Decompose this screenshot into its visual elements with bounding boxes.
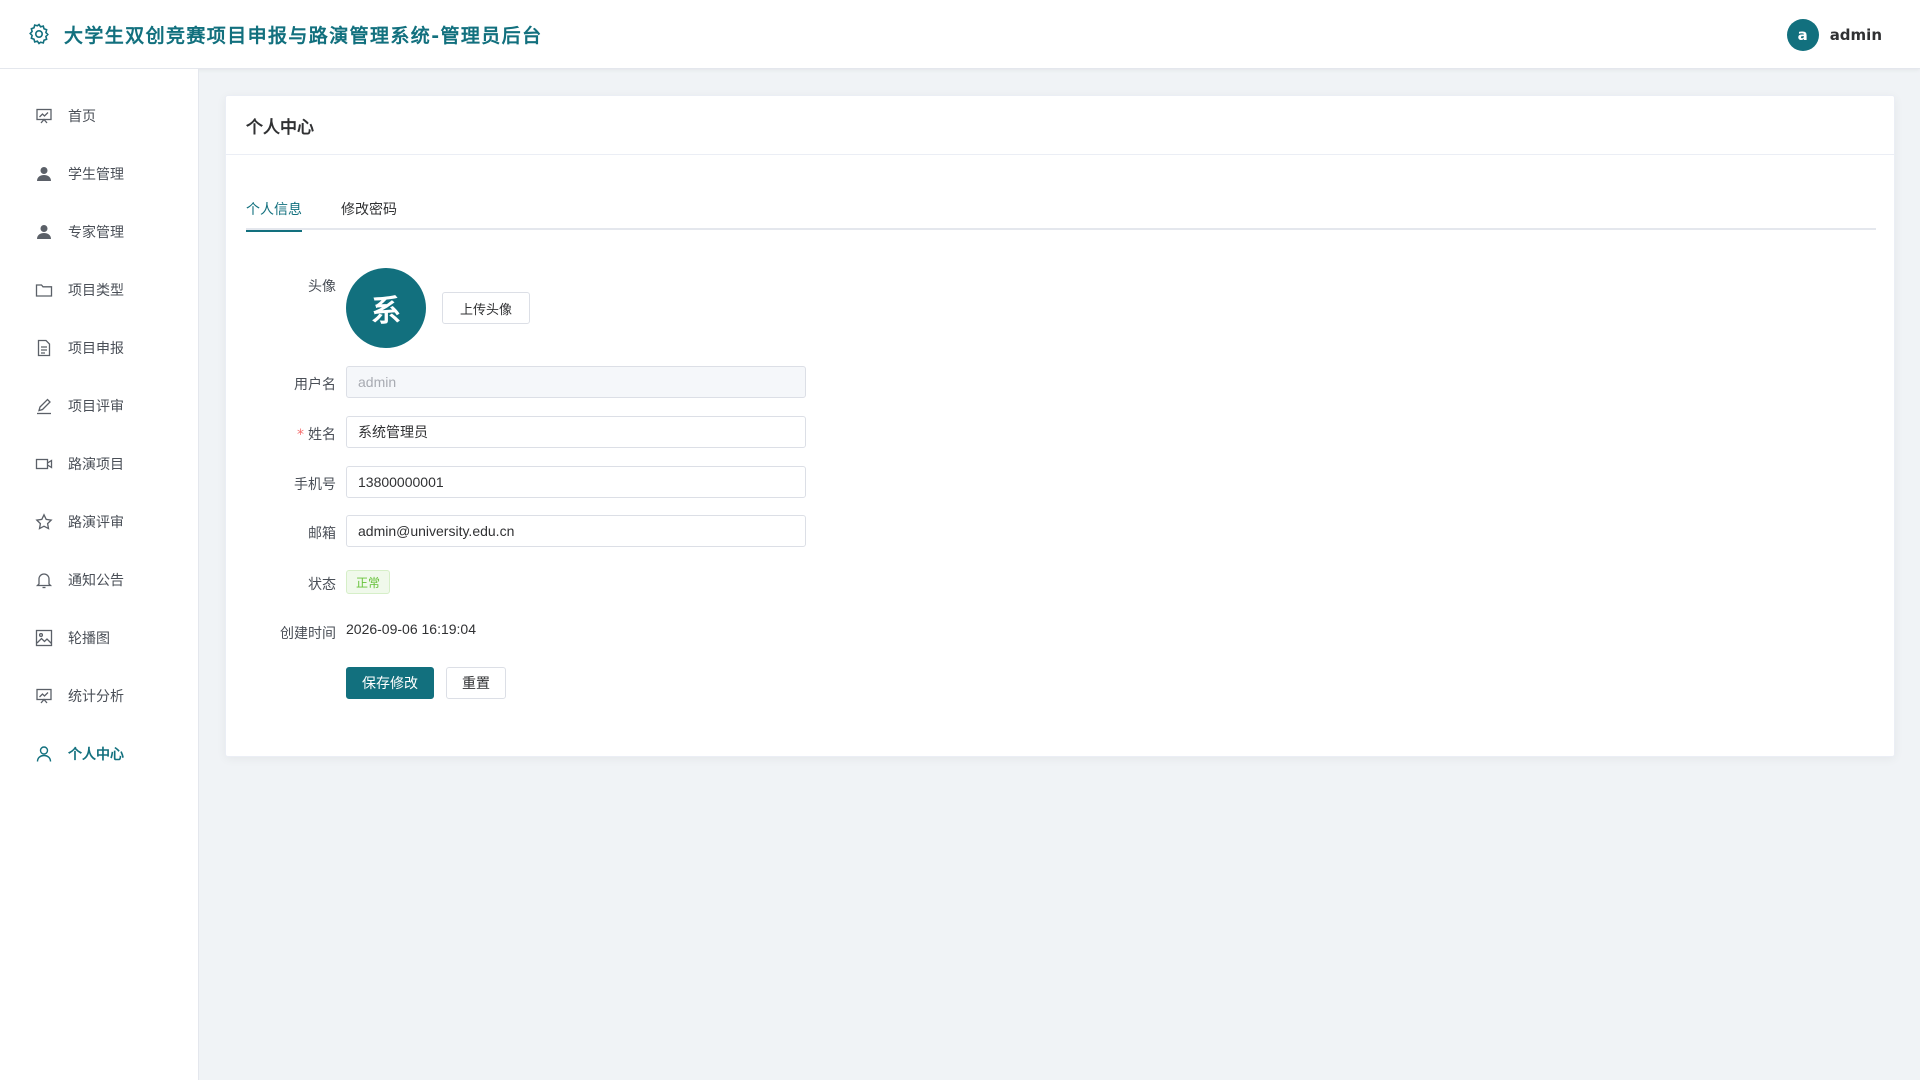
tab-bar: 个人信息 修改密码 xyxy=(246,193,1876,232)
sidebar-item-notices[interactable]: 通知公告 xyxy=(0,551,198,609)
user-filled-icon xyxy=(34,164,54,184)
sidebar-item-label: 项目申报 xyxy=(68,341,124,357)
sidebar-item-roadshow-projects[interactable]: 路演项目 xyxy=(0,435,198,493)
sidebar-item-experts[interactable]: 专家管理 xyxy=(0,203,198,261)
chart-board-icon xyxy=(34,106,54,126)
sidebar-item-label: 轮播图 xyxy=(68,631,110,647)
sidebar-item-project-apply[interactable]: 项目申报 xyxy=(0,319,198,377)
page-title: 个人中心 xyxy=(246,117,314,138)
avatar[interactable]: a xyxy=(1786,18,1819,51)
document-icon xyxy=(34,338,54,358)
folder-icon xyxy=(34,280,54,300)
profile-card: 个人中心 个人信息 修改密码 头像 系 上传头像 用户名 *姓名 手机号 邮箱 … xyxy=(225,95,1895,757)
sidebar-item-carousel[interactable]: 轮播图 xyxy=(0,609,198,667)
name-label: * 姓名 xyxy=(226,424,336,444)
tab-personal-info[interactable]: 个人信息 xyxy=(246,193,302,232)
user-outline-icon xyxy=(34,744,54,764)
bell-icon xyxy=(34,570,54,590)
sidebar-item-home[interactable]: 首页 xyxy=(0,87,198,145)
sidebar-item-label: 通知公告 xyxy=(68,573,124,589)
upload-avatar-button[interactable]: 上传头像 xyxy=(442,292,530,324)
sidebar-item-label: 项目类型 xyxy=(68,283,124,299)
user-menu[interactable]: a admin xyxy=(1786,0,1882,69)
created-time-value: 2026-09-06 16:19:04 xyxy=(346,621,476,637)
sidebar-item-label: 路演项目 xyxy=(68,457,124,473)
sidebar-item-project-review[interactable]: 项目评审 xyxy=(0,377,198,435)
sidebar-item-students[interactable]: 学生管理 xyxy=(0,145,198,203)
phone-field[interactable] xyxy=(346,466,806,498)
sidebar-item-label: 专家管理 xyxy=(68,225,124,241)
username-label[interactable]: admin xyxy=(1830,26,1882,44)
sidebar-item-label: 项目评审 xyxy=(68,399,124,415)
sidebar-item-label: 首页 xyxy=(68,109,96,125)
star-icon xyxy=(34,512,54,532)
required-mark: * xyxy=(297,427,304,443)
avatar: 系 xyxy=(346,268,426,348)
sidebar-item-profile[interactable]: 个人中心 xyxy=(0,725,198,783)
sidebar-item-roadshow-review[interactable]: 路演评审 xyxy=(0,493,198,551)
email-field[interactable] xyxy=(346,515,806,547)
status-badge: 正常 xyxy=(346,570,391,594)
sidebar-item-label: 路演评审 xyxy=(68,515,124,531)
gear-icon xyxy=(26,21,52,47)
chart-board-icon xyxy=(34,686,54,706)
save-button[interactable]: 保存修改 xyxy=(346,667,434,699)
tab-change-password[interactable]: 修改密码 xyxy=(341,193,397,230)
reset-button[interactable]: 重置 xyxy=(446,667,506,699)
sidebar-item-label: 统计分析 xyxy=(68,689,124,705)
app-title: 大学生双创竞赛项目申报与路演管理系统-管理员后台 xyxy=(64,24,543,47)
sidebar-item-statistics[interactable]: 统计分析 xyxy=(0,667,198,725)
edit-pen-icon xyxy=(34,396,54,416)
video-camera-icon xyxy=(34,454,54,474)
sidebar-item-label: 学生管理 xyxy=(68,167,124,183)
sidebar-item-label: 个人中心 xyxy=(68,747,124,763)
card-header: 个人中心 xyxy=(226,96,1894,155)
name-field[interactable] xyxy=(346,416,806,448)
picture-icon xyxy=(34,628,54,648)
avatar-label: 头像 xyxy=(308,279,336,295)
email-label: 邮箱 xyxy=(308,526,336,542)
status-label: 状态 xyxy=(308,577,336,593)
name-label-text: 姓名 xyxy=(308,427,336,443)
sidebar-item-project-types[interactable]: 项目类型 xyxy=(0,261,198,319)
sidebar: 首页 学生管理 专家管理 项目类型 项目申报 项目评审 路演项目 路演评审 通知… xyxy=(0,69,199,1080)
username-field xyxy=(346,366,806,398)
created-time-label: 创建时间 xyxy=(280,626,336,642)
phone-label: 手机号 xyxy=(294,477,336,493)
top-header: 大学生双创竞赛项目申报与路演管理系统-管理员后台 a admin xyxy=(0,0,1920,69)
username-label: 用户名 xyxy=(294,377,336,393)
user-filled-icon xyxy=(34,222,54,242)
